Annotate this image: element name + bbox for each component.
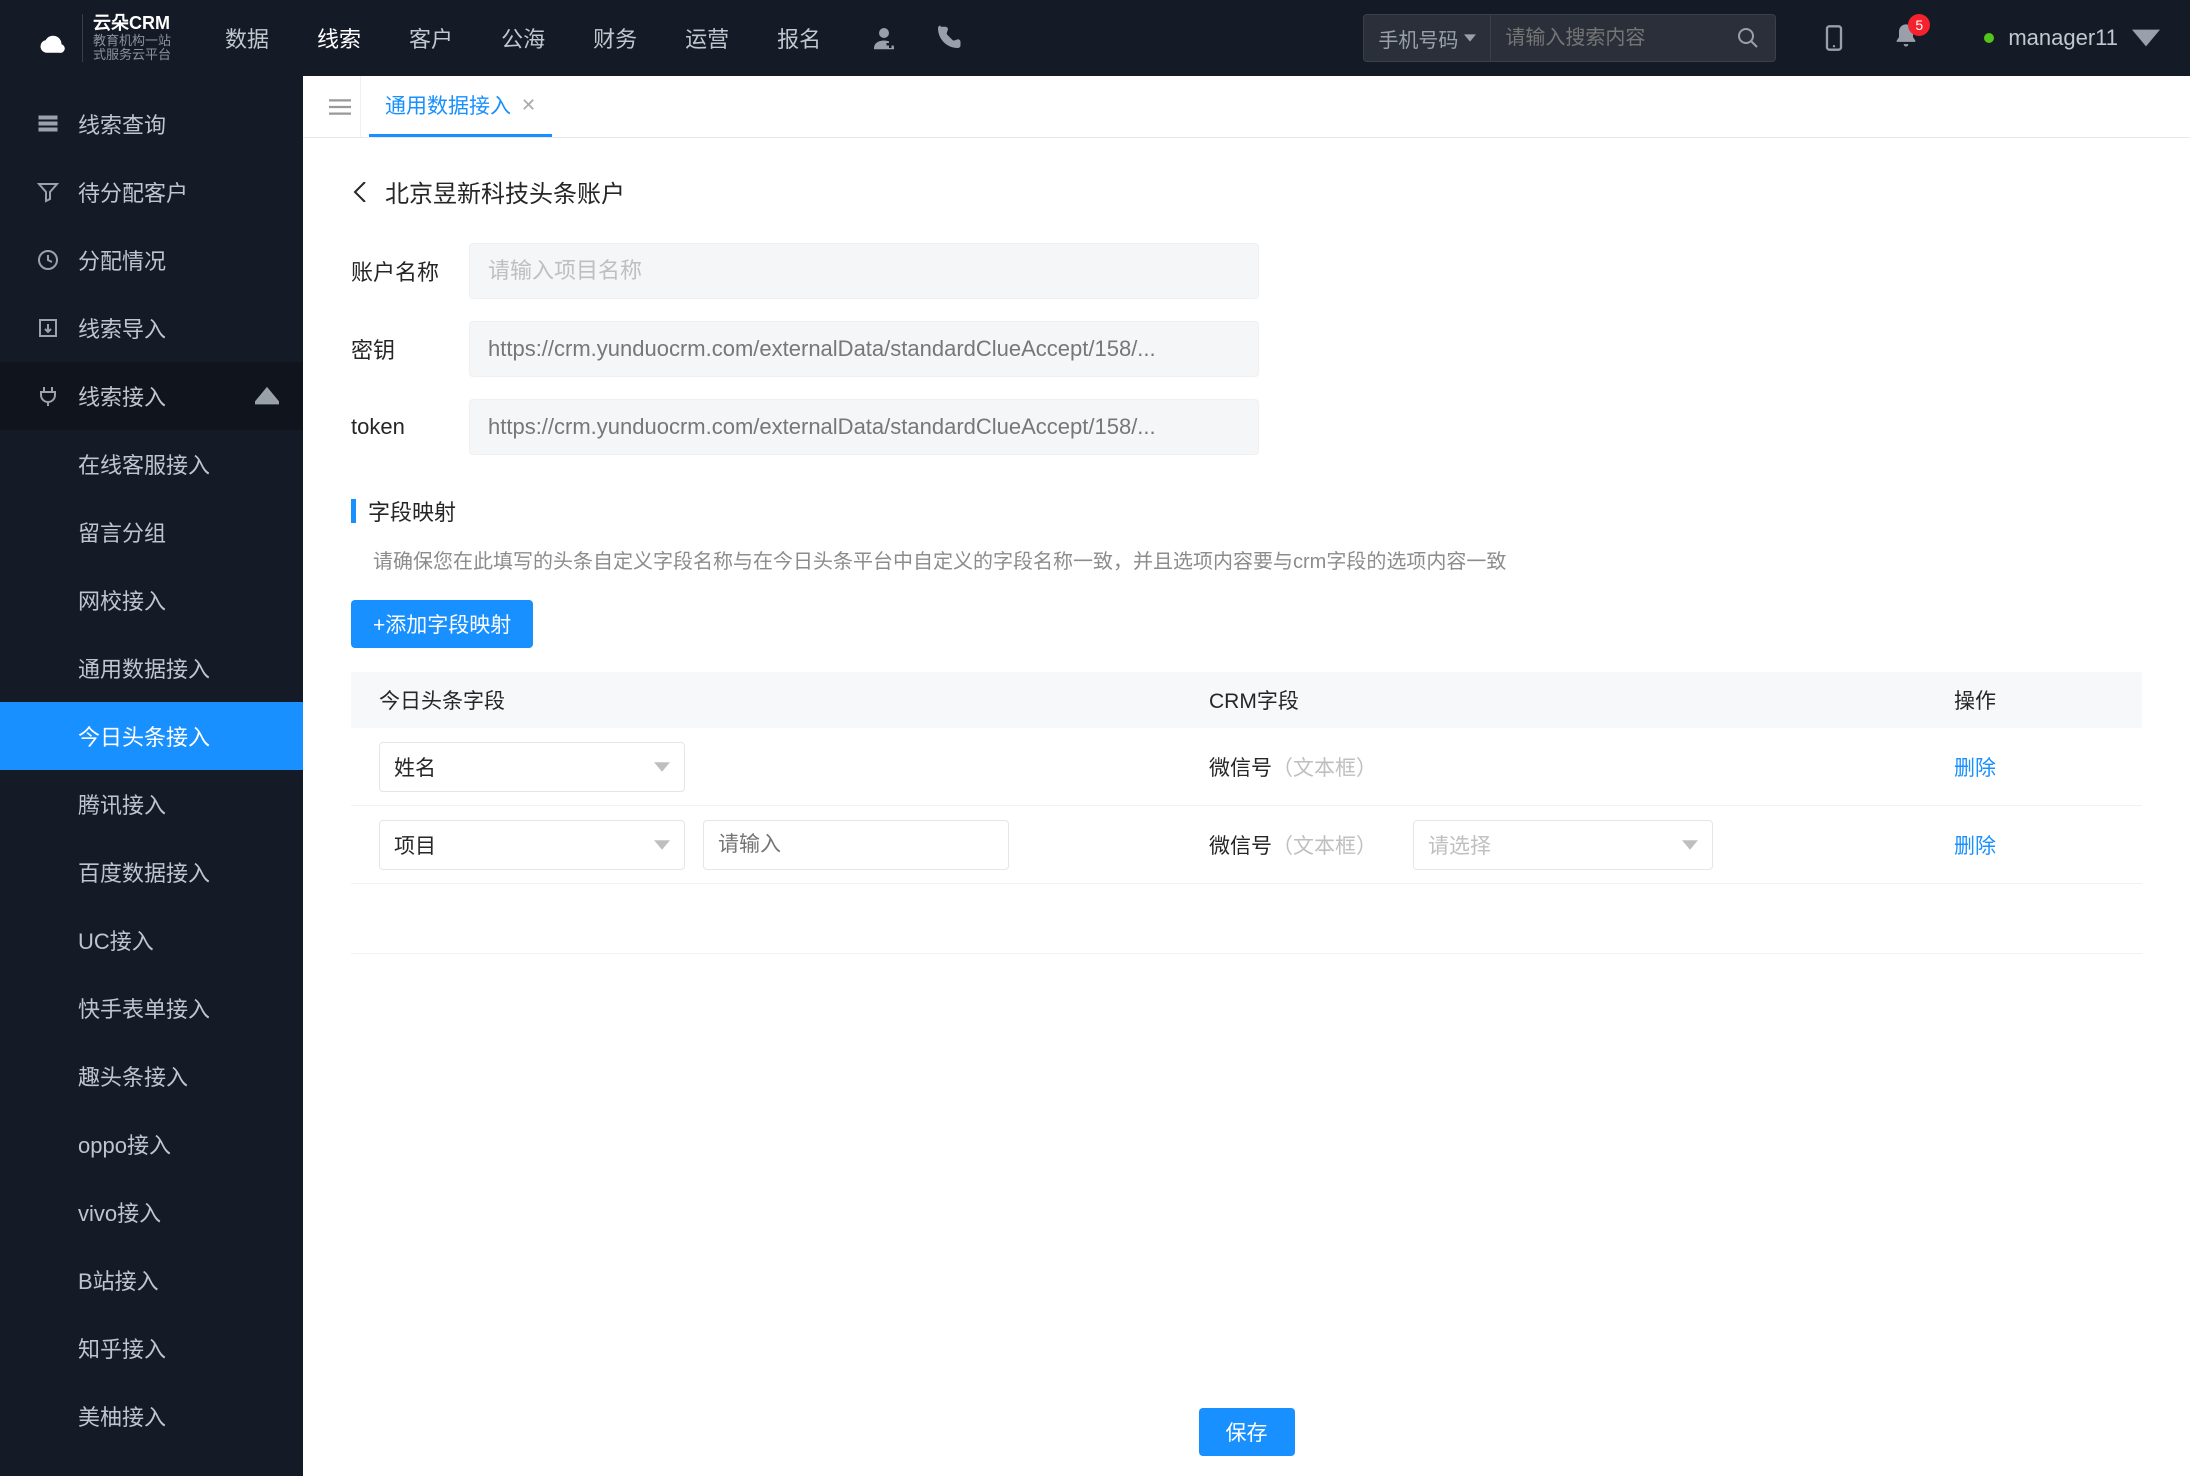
- chevron-down-icon: [1682, 837, 1698, 853]
- delete-row-link[interactable]: 删除: [1954, 835, 1996, 858]
- add-field-mapping-button[interactable]: +添加字段映射: [351, 600, 533, 648]
- sidebar-sub-item[interactable]: oppo接入: [0, 1110, 303, 1178]
- sidebar-sub-item[interactable]: 快手表单接入: [0, 974, 303, 1042]
- chevron-up-icon: [255, 384, 279, 408]
- plug-icon: [36, 384, 60, 408]
- logo-brand: 云朵CRM: [93, 14, 171, 34]
- sidebar-sub-item[interactable]: 网校接入: [0, 566, 303, 634]
- crm-field-select[interactable]: 请选择: [1413, 820, 1713, 870]
- user-menu[interactable]: manager11: [1984, 24, 2160, 52]
- secret-input[interactable]: [469, 321, 1259, 377]
- sidebar-item[interactable]: 线索查询: [0, 90, 303, 158]
- search-input[interactable]: [1491, 27, 1721, 50]
- sidebar-item[interactable]: 待分配客户: [0, 158, 303, 226]
- account-name-input[interactable]: [469, 243, 1259, 299]
- page-title: 北京昱新科技头条账户: [385, 174, 625, 209]
- phone-icon[interactable]: [933, 23, 963, 53]
- close-tab-icon[interactable]: ✕: [521, 95, 536, 116]
- sidebar-sub-item[interactable]: 在线客服接入: [0, 430, 303, 498]
- save-button[interactable]: 保存: [1199, 1408, 1295, 1456]
- user-add-icon[interactable]: [869, 23, 899, 53]
- username: manager11: [2008, 25, 2118, 51]
- sidebar-sub-item[interactable]: 腾讯接入: [0, 770, 303, 838]
- th-actions: 操作: [1954, 685, 2114, 715]
- nav-item[interactable]: 财务: [593, 22, 637, 54]
- sidebar-sub-item[interactable]: 知乎接入: [0, 1314, 303, 1382]
- clock-icon: [36, 248, 60, 272]
- nav-item[interactable]: 报名: [777, 22, 821, 54]
- logo: 云朵CRM 教育机构一站式服务云平台: [30, 14, 171, 62]
- delete-row-link[interactable]: 删除: [1954, 757, 1996, 780]
- search-button[interactable]: [1721, 26, 1775, 50]
- top-nav: 数据 线索 客户 公海 财务 运营 报名: [225, 22, 821, 54]
- collapse-sidebar-button[interactable]: [319, 76, 361, 137]
- toutiao-field-input[interactable]: [703, 820, 1009, 870]
- nav-item[interactable]: 线索: [317, 22, 361, 54]
- sidebar: 线索查询待分配客户分配情况线索导入线索接入在线客服接入留言分组网校接入通用数据接…: [0, 76, 303, 1476]
- search-icon: [1736, 26, 1760, 50]
- chevron-left-icon: [351, 182, 371, 202]
- nav-item[interactable]: 运营: [685, 22, 729, 54]
- mapping-table: 今日头条字段 CRM字段 操作 姓名 微信号（文本框） 删除: [351, 672, 2142, 954]
- nav-item[interactable]: 公海: [501, 22, 545, 54]
- main-area: 通用数据接入 ✕ 北京昱新科技头条账户 账户名称 密钥 token: [303, 76, 2190, 1476]
- toutiao-field-select[interactable]: 项目: [379, 820, 685, 870]
- nav-item[interactable]: 客户: [409, 22, 453, 54]
- page-content: 北京昱新科技头条账户 账户名称 密钥 token 字段映射 请确保您在此填写的头…: [303, 138, 2190, 1476]
- token-label: token: [351, 414, 469, 440]
- notification-badge: 5: [1908, 14, 1930, 36]
- sidebar-sub-item[interactable]: 今日头条接入: [0, 702, 303, 770]
- sidebar-sub-item[interactable]: 留言分组: [0, 498, 303, 566]
- th-crm-field: CRM字段: [1209, 685, 1954, 715]
- search-group: 手机号码: [1363, 14, 1776, 62]
- sidebar-sub-item[interactable]: 通用数据接入: [0, 634, 303, 702]
- sidebar-item[interactable]: 线索导入: [0, 294, 303, 362]
- field-mapping-hint: 请确保您在此填写的头条自定义字段名称与在今日头条平台中自定义的字段名称一致，并且…: [373, 545, 2142, 574]
- token-input[interactable]: [469, 399, 1259, 455]
- chevron-down-icon: [654, 837, 670, 853]
- account-name-label: 账户名称: [351, 255, 469, 287]
- filter-icon: [36, 180, 60, 204]
- sidebar-sub-item[interactable]: 百度数据接入: [0, 838, 303, 906]
- tab-bar: 通用数据接入 ✕: [303, 76, 2190, 138]
- sidebar-sub-item[interactable]: B站接入: [0, 1246, 303, 1314]
- mobile-icon[interactable]: [1820, 24, 1848, 52]
- search-type-select[interactable]: 手机号码: [1364, 15, 1491, 61]
- nav-item[interactable]: 数据: [225, 22, 269, 54]
- menu-collapse-icon: [329, 96, 351, 118]
- save-bar: 保存: [303, 1388, 2190, 1476]
- export-icon: [36, 316, 60, 340]
- chevron-down-icon: [654, 759, 670, 775]
- sidebar-item[interactable]: 线索接入: [0, 362, 303, 430]
- chevron-down-icon: [1464, 32, 1476, 44]
- breadcrumb-back[interactable]: 北京昱新科技头条账户: [351, 174, 2142, 209]
- sidebar-sub-item[interactable]: 美柚接入: [0, 1382, 303, 1450]
- cloud-logo-icon: [30, 17, 72, 59]
- top-header: 云朵CRM 教育机构一站式服务云平台 数据 线索 客户 公海 财务 运营 报名 手机号码 5: [0, 0, 2190, 76]
- sidebar-sub-item[interactable]: UC接入: [0, 906, 303, 974]
- tab-general-data[interactable]: 通用数据接入 ✕: [369, 76, 552, 137]
- chevron-down-icon: [2132, 24, 2160, 52]
- table-row: 姓名 微信号（文本框） 删除: [351, 728, 2142, 806]
- sidebar-sub-item[interactable]: 趣头条接入: [0, 1042, 303, 1110]
- table-row: 项目 微信号（文本框） 请选择 删除: [351, 806, 2142, 884]
- sidebar-item[interactable]: 分配情况: [0, 226, 303, 294]
- field-mapping-title: 字段映射: [351, 495, 2142, 527]
- list-icon: [36, 112, 60, 136]
- status-dot-icon: [1984, 33, 1994, 43]
- secret-label: 密钥: [351, 333, 469, 365]
- sidebar-sub-item[interactable]: vivo接入: [0, 1178, 303, 1246]
- th-toutiao-field: 今日头条字段: [379, 685, 1209, 715]
- toutiao-field-select[interactable]: 姓名: [379, 742, 685, 792]
- notification-bell[interactable]: 5: [1892, 22, 1920, 55]
